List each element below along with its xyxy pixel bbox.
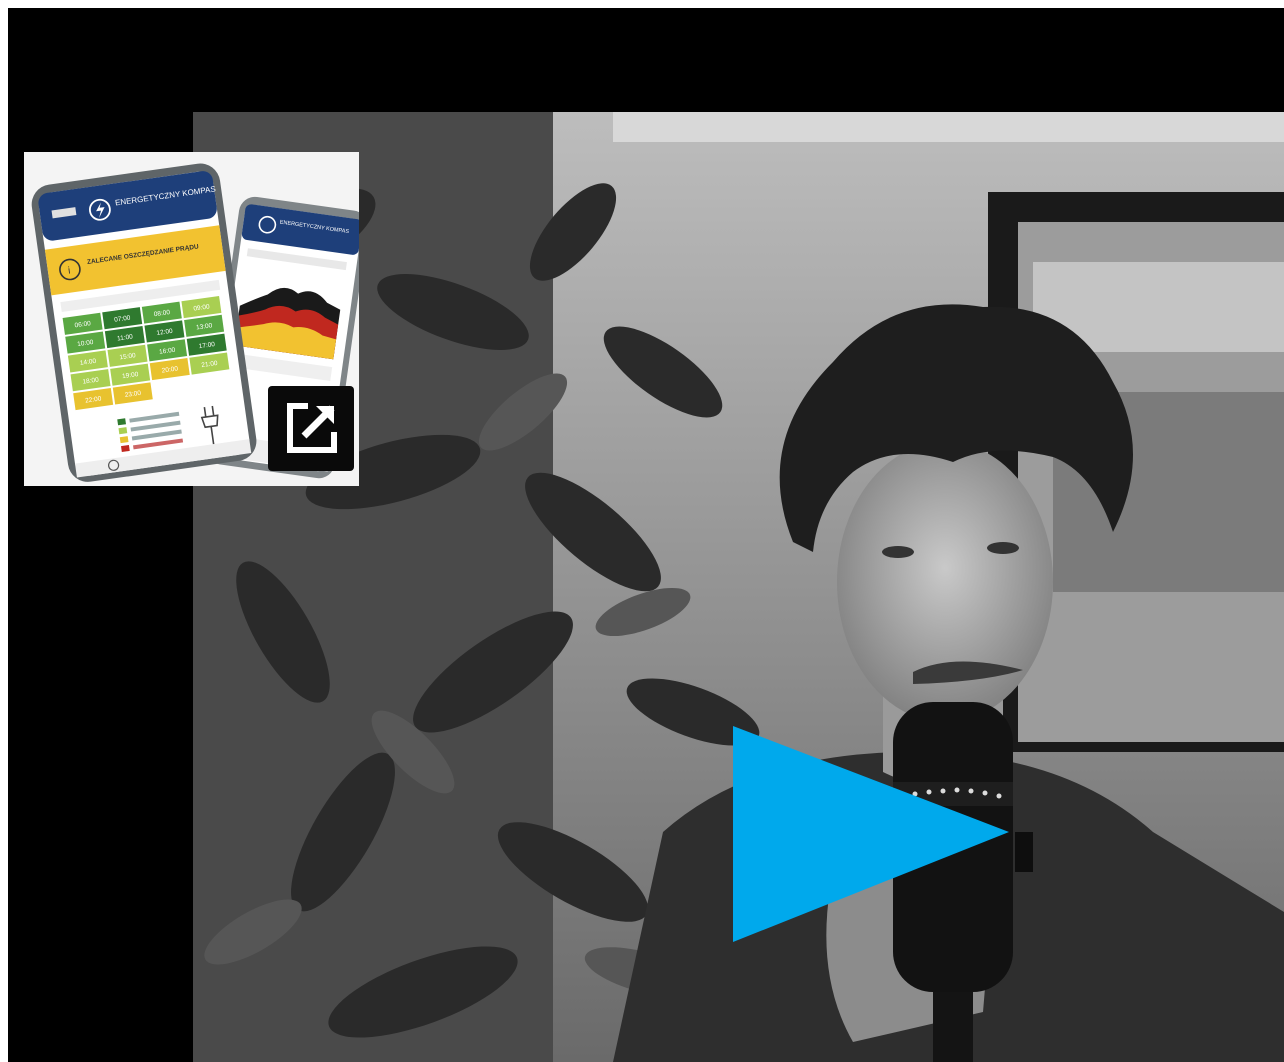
play-button[interactable]	[733, 726, 1009, 942]
video-player-frame: ENERGETYCZNY KOMPAS ENERGETYCZNY KOMPAS …	[8, 8, 1284, 1062]
external-link-button[interactable]	[268, 386, 354, 471]
play-triangle-icon	[733, 726, 1009, 942]
app-promo-thumbnail[interactable]: ENERGETYCZNY KOMPAS ENERGETYCZNY KOMPAS …	[24, 152, 359, 486]
external-link-icon	[287, 403, 337, 453]
